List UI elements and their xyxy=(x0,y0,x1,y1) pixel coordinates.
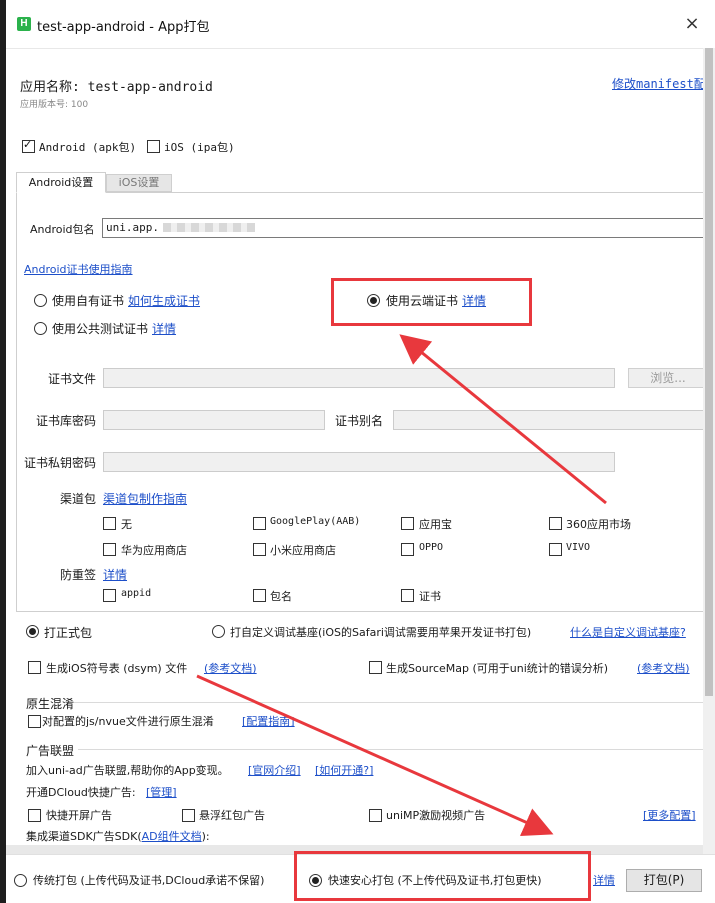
app-pack-dialog: H test-app-android - App打包 × 应用名称: test-… xyxy=(6,0,715,903)
arrow-to-cloud-cert xyxy=(399,334,607,505)
annotation-arrows xyxy=(196,334,607,836)
arrow-to-fast-pack xyxy=(196,674,554,836)
tab-android-settings[interactable]: Android设置 xyxy=(16,172,106,193)
